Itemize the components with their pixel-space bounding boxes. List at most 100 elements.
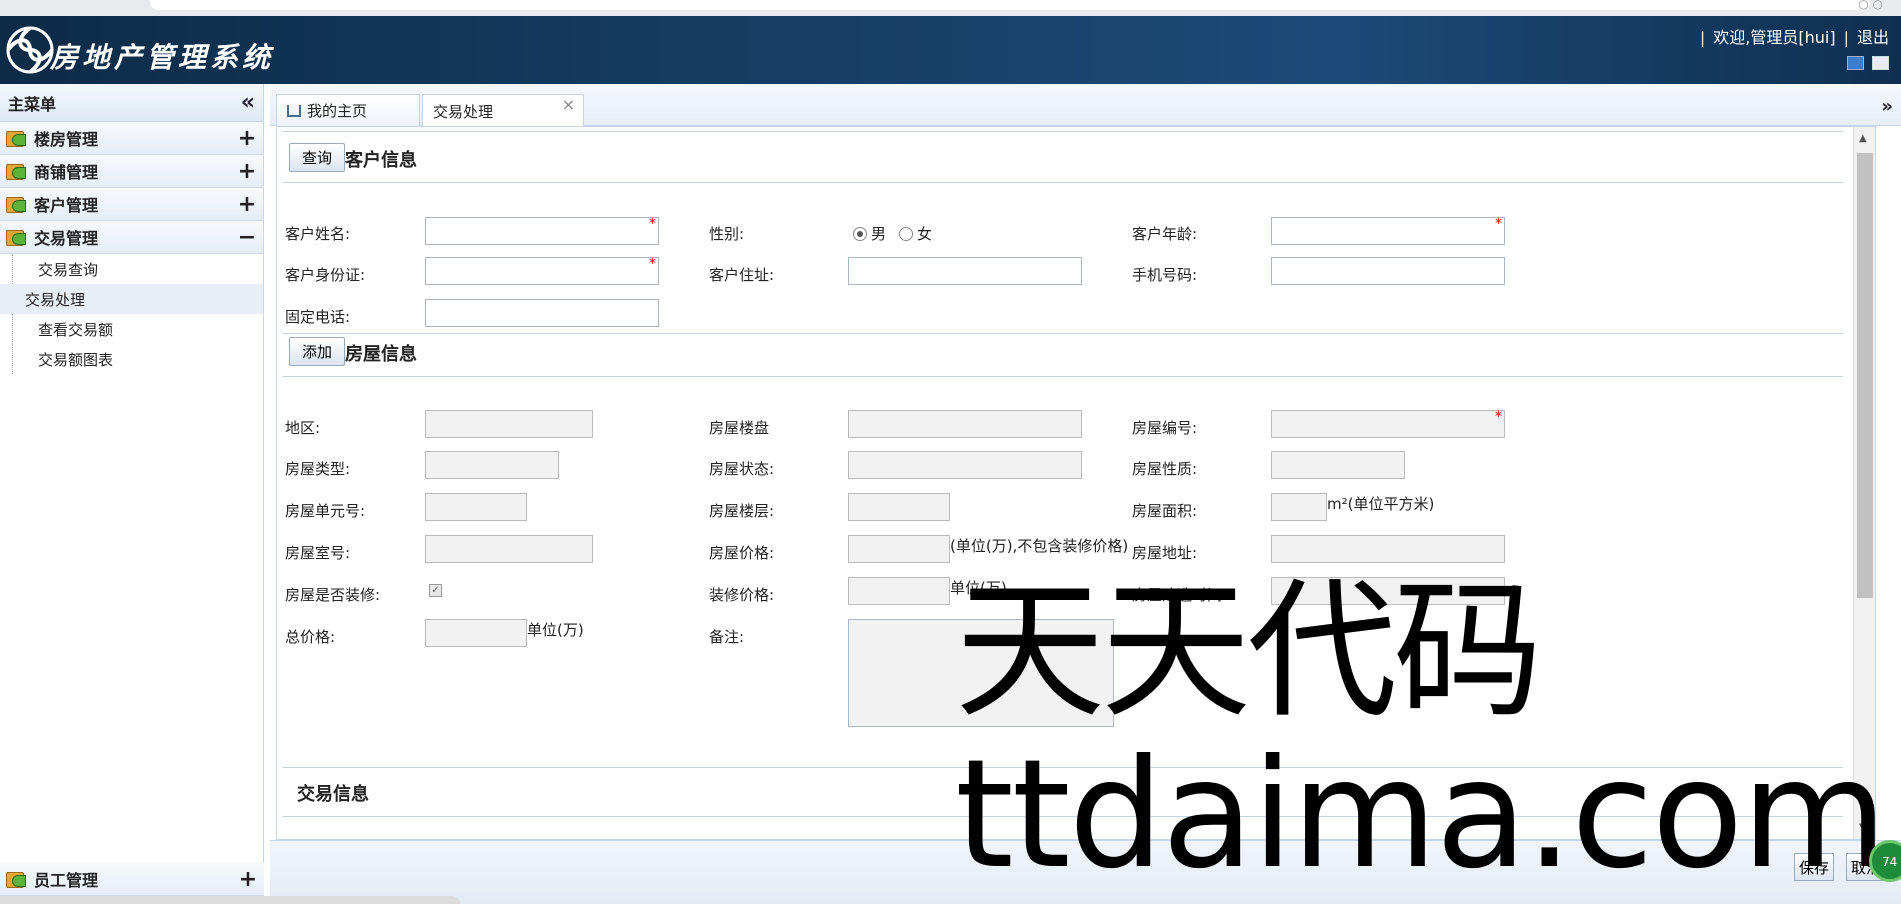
unit-no-input[interactable] [425,493,527,521]
user-bar: | 欢迎,管理员[hui] | 退出 [1699,28,1889,47]
house-price-input[interactable] [848,535,950,563]
customer-id-input[interactable]: * [425,256,659,285]
expand-icon[interactable]: + [237,159,257,184]
house-size-input[interactable] [1271,493,1327,521]
customer-section-title: 客户信息 [345,150,418,171]
house-address-label: 房屋地址: [1132,544,1198,562]
sidebar-item-trade-amount[interactable]: 查看交易额 [12,314,263,344]
floor-input[interactable] [848,493,950,521]
total-price-input[interactable] [425,619,527,647]
form-panel: ▲ ▼ 查询 客户信息 客户姓名: * 性别: 男 女 客户年龄: * 客户身份… [276,126,1876,840]
sidebar-group-label: 商铺管理 [34,163,99,182]
expand-icon[interactable]: + [237,192,257,217]
deco-price-input[interactable] [848,577,950,605]
phone-input[interactable] [425,299,659,327]
folder-arrow-icon [6,869,26,889]
area-input[interactable] [425,410,593,438]
customer-address-label: 客户住址: [709,266,775,284]
theme-gray-icon[interactable] [1872,56,1889,70]
tab-label: 我的主页 [307,102,368,120]
sidebar-group-label: 员工管理 [34,871,99,890]
remark-textarea[interactable] [848,619,1114,727]
scrollbar-thumb[interactable] [1857,153,1873,598]
collapse-icon[interactable]: « [241,90,255,115]
trade-section-header: 交易信息 [283,767,1843,817]
sidebar-group-staff[interactable]: 员工管理 + [0,863,264,896]
house-type-label: 房屋类型: [285,460,351,478]
add-house-button[interactable]: 添加 [289,337,346,366]
house-address-input[interactable] [1271,535,1505,563]
mobile-input[interactable] [1271,257,1505,285]
customer-name-input[interactable]: * [425,216,659,245]
unit-no-label: 房屋单元号: [285,502,366,520]
form-footer: 保存 取消 [270,840,1901,904]
gender-male-label: 男 [871,225,887,243]
browser-controls: ○ ○ [1858,0,1883,11]
house-section-title: 房屋信息 [345,344,418,365]
total-price-label: 总价格: [285,628,336,646]
logout-link[interactable]: 退出 [1857,28,1889,47]
required-mark: * [1495,409,1502,425]
room-no-input[interactable] [425,535,593,563]
house-nature-label: 房屋性质: [1132,460,1198,478]
decorated-checkbox[interactable]: ✓ [429,584,442,597]
taskbar-strip [0,896,460,904]
house-type-input[interactable] [425,451,559,479]
remark-label: 备注: [709,628,745,646]
expand-icon[interactable]: + [237,126,257,151]
app-header: 房地产管理系统 | 欢迎,管理员[hui] | 退出 [0,16,1901,84]
estate-label: 房屋楼盘 [709,419,770,437]
estate-input[interactable] [848,410,1082,438]
house-status-input[interactable] [848,451,1082,479]
deco-unit-note: 单位(万) [950,579,1007,597]
address-bar[interactable] [150,0,1870,10]
house-size-label: 房屋面积: [1132,502,1198,520]
folder-arrow-icon [6,128,26,148]
build-time-input[interactable] [1271,577,1505,605]
sidebar-group-shops[interactable]: 商铺管理 + [0,155,263,188]
welcome-text: 欢迎,管理员[hui] [1713,28,1836,47]
phone-label: 固定电话: [285,308,351,326]
sidebar-group-trades[interactable]: 交易管理 − [0,221,263,254]
sidebar-group-label: 楼房管理 [34,130,99,149]
query-button[interactable]: 查询 [289,143,346,172]
sidebar-header: 主菜单 « [0,84,263,122]
sidebar-item-trade-process[interactable]: 交易处理 [0,284,263,314]
sidebar-item-trade-chart[interactable]: 交易额图表 [12,344,263,374]
decorated-label: 房屋是否装修: [285,586,381,604]
tab-home[interactable]: 我的主页 [276,94,420,126]
tab-trade-process[interactable]: 交易处理 × [422,94,584,127]
tab-bar: 我的主页 交易处理 × » [270,84,1901,127]
folder-arrow-icon [6,227,26,247]
tab-more-icon[interactable]: » [1881,96,1893,117]
save-button[interactable]: 保存 [1794,853,1835,881]
gender-male-radio[interactable]: 男 [853,223,886,244]
sidebar-group-label: 客户管理 [34,196,99,215]
trade-section-title: 交易信息 [297,784,369,805]
customer-age-input[interactable]: * [1271,216,1505,245]
gender-label: 性别: [709,225,745,243]
sidebar-group-customers[interactable]: 客户管理 + [0,188,263,221]
sidebar-title: 主菜单 [8,94,57,114]
main-area: 我的主页 交易处理 × » ▲ ▼ 查询 客户信息 客户姓名: * 性别: 男 … [270,84,1901,904]
scroll-down-icon[interactable]: ▼ [1859,822,1867,833]
scroll-up-icon[interactable]: ▲ [1859,133,1867,144]
sidebar-group-buildings[interactable]: 楼房管理 + [0,122,263,155]
house-code-input[interactable]: * [1271,409,1505,438]
browser-strip: ○ ○ [0,0,1901,16]
mobile-label: 手机号码: [1132,266,1198,284]
gender-female-radio[interactable]: 女 [893,223,932,244]
area-label: 地区: [285,419,321,437]
house-status-label: 房屋状态: [709,460,775,478]
total-unit-note: 单位(万) [527,621,584,639]
sidebar-item-trade-query[interactable]: 交易查询 [12,254,263,284]
app-title: 房地产管理系统 [50,41,275,74]
customer-address-input[interactable] [848,257,1082,285]
house-nature-input[interactable] [1271,451,1405,479]
collapse-group-icon[interactable]: − [237,225,257,250]
required-mark: * [649,216,656,232]
expand-icon[interactable]: + [238,867,258,892]
theme-blue-icon[interactable] [1847,56,1864,70]
scrollbar[interactable]: ▲ ▼ [1853,127,1875,839]
close-icon[interactable]: × [562,95,575,114]
